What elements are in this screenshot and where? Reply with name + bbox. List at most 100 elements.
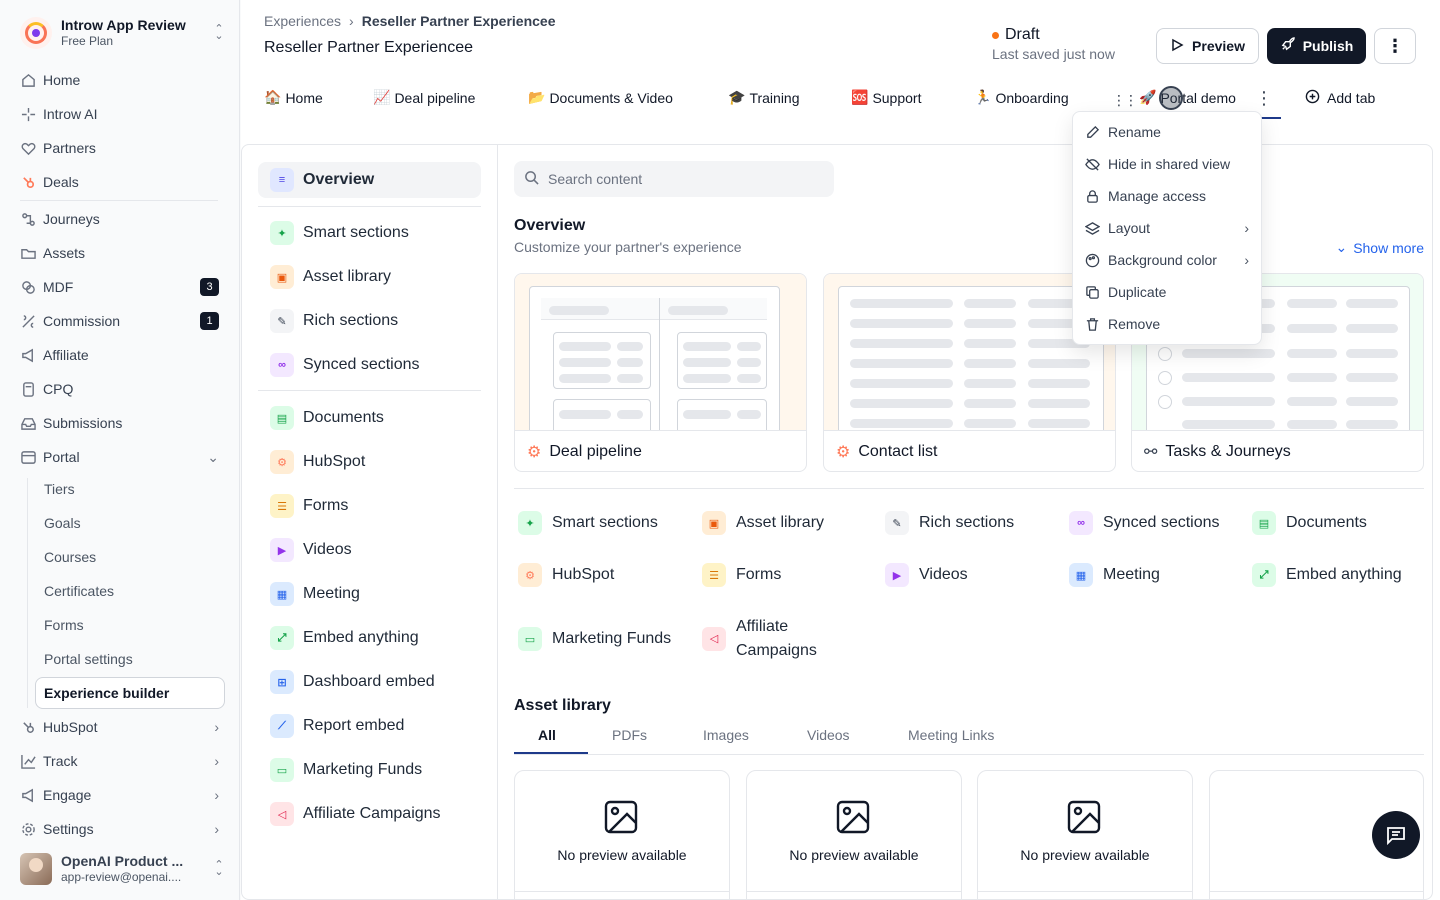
asset-tab-videos[interactable]: Videos — [807, 727, 850, 743]
sub-item-tiers[interactable]: Tiers — [44, 476, 75, 502]
palette-forms[interactable]: ☰ Forms — [258, 488, 481, 524]
template-card-deal-pipeline[interactable]: ⚙ Deal pipeline — [514, 273, 807, 472]
user-name: OpenAI Product ... — [61, 853, 184, 869]
palette-asset-library[interactable]: ▣ Asset library — [258, 259, 481, 295]
megaphone-icon — [20, 347, 36, 363]
asset-card[interactable]: No preview available — [977, 770, 1193, 899]
sub-item-goals[interactable]: Goals — [44, 510, 81, 536]
sub-item-courses[interactable]: Courses — [44, 544, 96, 570]
preview-button[interactable]: Preview — [1156, 28, 1259, 64]
menu-item-rename[interactable]: Rename — [1085, 120, 1251, 144]
block-label: HubSpot — [552, 566, 615, 583]
drag-handle-icon[interactable]: ⋮⋮ — [1112, 92, 1138, 109]
block-synced-sections[interactable]: ∞ Synced sections — [1069, 511, 1220, 535]
block-embed-anything[interactable]: ⤢ Embed anything — [1252, 563, 1402, 587]
copy-icon — [1086, 285, 1099, 299]
section-subtitle: Customize your partner's experience — [514, 239, 742, 255]
plus-circle-icon — [1305, 89, 1320, 107]
palette-affiliate-campaigns[interactable]: ◁ Affiliate Campaigns — [258, 796, 481, 832]
menu-item-hide-in-shared-view[interactable]: Hide in shared view — [1085, 152, 1251, 176]
tab-documents-video[interactable]: 📂 Documents & Video — [528, 89, 673, 106]
nav-item-deals[interactable]: Deals — [20, 169, 225, 195]
tab-training[interactable]: 🎓 Training — [728, 89, 800, 106]
tab-emoji: 🏃 — [974, 89, 992, 105]
asset-card[interactable]: No preview available — [514, 770, 730, 899]
palette-hubspot[interactable]: ⚙ HubSpot — [258, 444, 481, 480]
breadcrumb-root[interactable]: Experiences — [264, 13, 341, 29]
search-input[interactable]: Search content — [514, 161, 834, 197]
tab-home[interactable]: 🏠 Home — [264, 89, 323, 106]
sub-item-experience-builder[interactable]: Experience builder — [35, 677, 225, 709]
nav-item-mdf[interactable]: MDF 3 — [20, 274, 225, 300]
palette-label: HubSpot — [303, 453, 366, 470]
sub-item-certificates[interactable]: Certificates — [44, 578, 114, 604]
asset-tab-pdfs[interactable]: PDFs — [612, 727, 647, 743]
user-menu[interactable]: OpenAI Product ... app-review@openai....… — [20, 850, 225, 888]
palette-smart-sections[interactable]: ✦ Smart sections — [258, 215, 481, 251]
palette-marketing-funds[interactable]: ▭ Marketing Funds — [258, 752, 481, 788]
palette-overview[interactable]: ≡ Overview — [258, 162, 481, 198]
nav-item-settings[interactable]: Settings › — [20, 816, 225, 842]
nav-label: Engage — [43, 787, 92, 803]
palette-label: Forms — [303, 497, 349, 514]
add-tab-button[interactable]: Add tab — [1305, 89, 1375, 107]
nav-item-portal[interactable]: Portal ⌄ — [20, 444, 225, 470]
nav-item-partners[interactable]: Partners — [20, 135, 225, 161]
nav-item-hubspot[interactable]: HubSpot › — [20, 714, 225, 740]
tab-portal-demo[interactable]: 🚀 Portal demo — [1139, 89, 1236, 106]
nav-item-track[interactable]: Track › — [20, 748, 225, 774]
block-asset-library[interactable]: ▣ Asset library — [702, 511, 824, 535]
nav-item-commission[interactable]: Commission 1 — [20, 308, 225, 334]
block-label: Videos — [919, 566, 968, 583]
menu-item-layout[interactable]: Layout › — [1085, 216, 1251, 240]
sub-item-forms[interactable]: Forms — [44, 612, 84, 638]
palette-documents[interactable]: ▤ Documents — [258, 400, 481, 436]
nav-item-introw-ai[interactable]: Introw AI — [20, 101, 225, 127]
block-smart-sections[interactable]: ✦ Smart sections — [518, 511, 658, 535]
asset-tab-images[interactable]: Images — [703, 727, 749, 743]
nav-item-engage[interactable]: Engage › — [20, 782, 225, 808]
palette-label: Report embed — [303, 717, 405, 734]
nav-item-cpq[interactable]: CPQ — [20, 376, 225, 402]
nav-item-affiliate[interactable]: Affiliate — [20, 342, 225, 368]
block-videos[interactable]: ▶ Videos — [885, 563, 968, 587]
menu-item-duplicate[interactable]: Duplicate — [1085, 280, 1251, 304]
palette-icon — [1085, 253, 1100, 267]
menu-item-background-color[interactable]: Background color › — [1085, 248, 1251, 272]
workspace-switcher[interactable]: Introw App Review Free Plan ⌃ ⌄ — [20, 14, 225, 52]
block-forms[interactable]: ☰ Forms — [702, 563, 781, 587]
palette-synced-sections[interactable]: ∞ Synced sections — [258, 347, 481, 383]
menu-item-remove[interactable]: Remove — [1085, 312, 1251, 336]
nav-item-assets[interactable]: Assets — [20, 240, 225, 266]
palette-meeting[interactable]: ▦ Meeting — [258, 576, 481, 612]
tab-support[interactable]: 🆘 Support — [851, 89, 921, 106]
nav-item-journeys[interactable]: Journeys — [20, 206, 225, 232]
block-rich-sections[interactable]: ✎ Rich sections — [885, 511, 1014, 535]
palette-report-embed[interactable]: ⟋ Report embed — [258, 708, 481, 744]
asset-card[interactable]: No preview available — [746, 770, 962, 899]
more-options-button[interactable]: ⋮ — [1374, 28, 1416, 64]
palette-dashboard-embed[interactable]: ⊞ Dashboard embed — [258, 664, 481, 700]
block-affiliate-campaigns[interactable]: ◁ Affiliate Campaigns — [702, 615, 842, 663]
tab-onboarding[interactable]: 🏃 Onboarding — [974, 89, 1069, 106]
show-more-link[interactable]: ⌄ Show more — [1335, 239, 1424, 256]
chat-button[interactable] — [1372, 811, 1420, 859]
asset-tab-all[interactable]: All — [538, 727, 556, 743]
publish-button[interactable]: Publish — [1267, 28, 1366, 64]
palette-rich-sections[interactable]: ✎ Rich sections — [258, 303, 481, 339]
block-meeting[interactable]: ▦ Meeting — [1069, 563, 1160, 587]
nav-item-home[interactable]: Home — [20, 67, 225, 93]
tab-options-button[interactable]: ⋮ — [1255, 88, 1273, 109]
chart-icon — [20, 753, 36, 769]
tab-deal-pipeline[interactable]: 📈 Deal pipeline — [373, 89, 475, 106]
palette-videos[interactable]: ▶ Videos — [258, 532, 481, 568]
sub-item-portal-settings[interactable]: Portal settings — [44, 646, 133, 672]
menu-item-manage-access[interactable]: Manage access — [1085, 184, 1251, 208]
asset-tab-meeting-links[interactable]: Meeting Links — [908, 727, 994, 743]
block-marketing-funds[interactable]: ▭ Marketing Funds — [518, 627, 671, 651]
block-label: Embed anything — [1286, 566, 1402, 583]
nav-item-submissions[interactable]: Submissions — [20, 410, 225, 436]
palette-embed-anything[interactable]: ⤢ Embed anything — [258, 620, 481, 656]
block-documents[interactable]: ▤ Documents — [1252, 511, 1367, 535]
block-hubspot[interactable]: ⚙ HubSpot — [518, 563, 614, 587]
